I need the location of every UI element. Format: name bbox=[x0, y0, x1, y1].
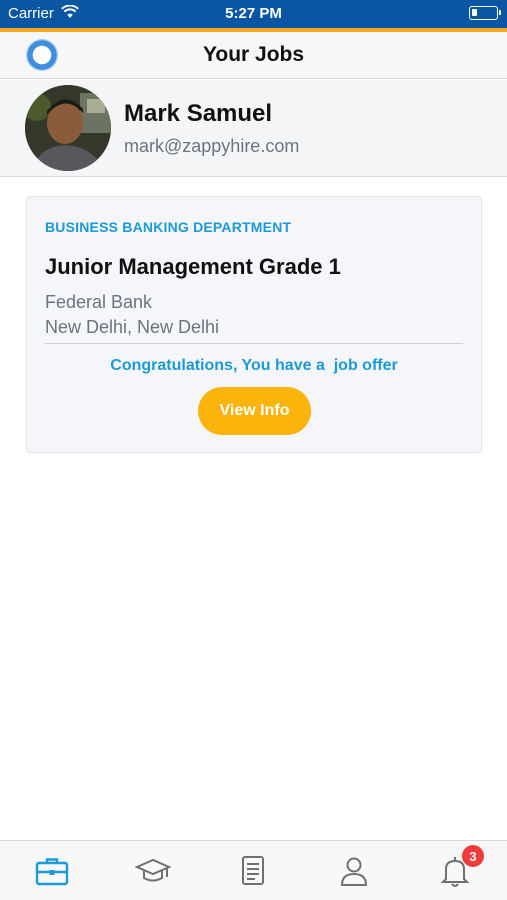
status-bar: Carrier 5:27 PM bbox=[0, 0, 507, 28]
card-divider bbox=[45, 343, 463, 344]
offer-status-message: Congratulations, You have a job offer bbox=[110, 357, 398, 374]
battery-icon bbox=[469, 6, 501, 20]
tab-education[interactable] bbox=[133, 851, 173, 891]
clock: 5:27 PM bbox=[225, 5, 282, 22]
user-name: Mark Samuel bbox=[124, 100, 273, 127]
profile-header: Mark Samuel mark@zappyhire.com bbox=[0, 80, 507, 177]
nav-bar: Your Jobs bbox=[0, 32, 507, 79]
briefcase-icon bbox=[35, 858, 69, 886]
job-title: Junior Management Grade 1 bbox=[45, 254, 341, 279]
job-company: Federal Bank bbox=[45, 292, 153, 312]
avatar[interactable] bbox=[25, 85, 111, 171]
graduation-cap-icon bbox=[135, 858, 171, 882]
tab-jobs[interactable] bbox=[32, 851, 72, 891]
view-info-button[interactable]: View Info bbox=[198, 387, 311, 435]
user-icon bbox=[340, 857, 368, 886]
job-location: New Delhi, New Delhi bbox=[45, 317, 220, 337]
tab-bar: 3 bbox=[0, 840, 507, 900]
job-department: BUSINESS BANKING DEPARTMENT bbox=[45, 219, 292, 235]
page-title: Your Jobs bbox=[202, 43, 305, 66]
job-card[interactable]: BUSINESS BANKING DEPARTMENT Junior Manag… bbox=[26, 196, 482, 453]
tab-profile[interactable] bbox=[334, 851, 374, 891]
document-icon bbox=[242, 856, 264, 885]
tab-documents[interactable] bbox=[233, 851, 273, 891]
notification-badge: 3 bbox=[462, 845, 484, 867]
user-email: mark@zappyhire.com bbox=[124, 136, 300, 156]
